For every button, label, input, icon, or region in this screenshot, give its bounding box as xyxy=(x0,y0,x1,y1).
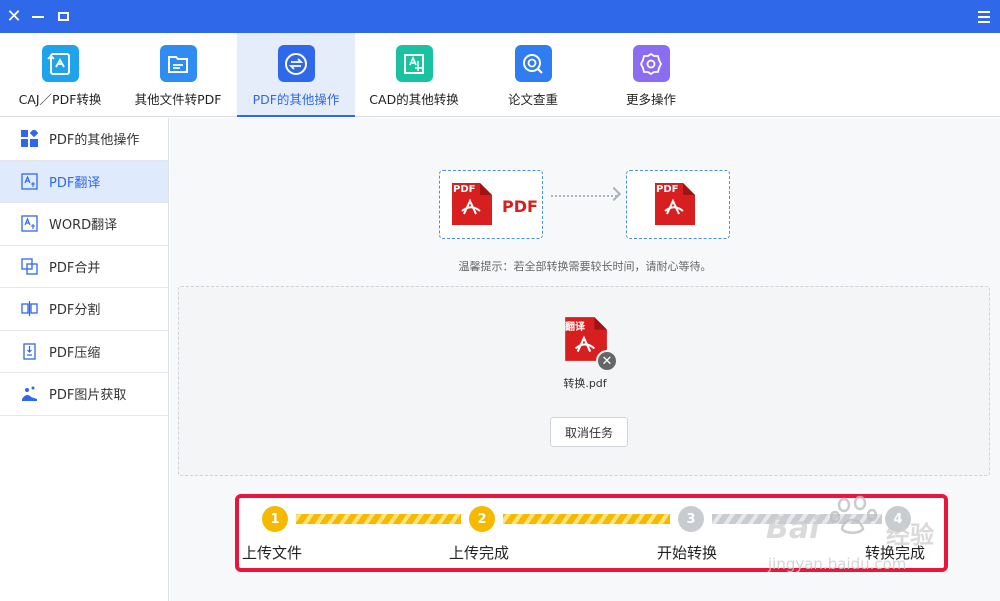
sidebar-item-pdf-merge[interactable]: PDF合并 xyxy=(0,246,168,288)
watermark: Bai 经验 jingyan.baidu.com xyxy=(760,493,960,583)
arrow-line xyxy=(551,195,617,197)
compress-icon xyxy=(20,342,38,360)
arrow-right-icon xyxy=(606,186,622,202)
step-3-label: 开始转换 xyxy=(657,544,718,562)
sidebar-item-word-translate[interactable]: WORD翻译 xyxy=(0,203,168,246)
watermark-brand: Bai xyxy=(766,511,820,546)
close-icon[interactable]: ✕ xyxy=(4,0,24,33)
swap-arrows-icon xyxy=(277,45,315,82)
image-extract-icon xyxy=(20,385,38,403)
convert-icon xyxy=(41,45,79,82)
watermark-url: jingyan.baidu.com xyxy=(768,555,907,573)
tab-cad-convert[interactable]: CAD的其他转换 xyxy=(355,33,473,117)
tab-label: CAJ／PDF转换 xyxy=(18,92,102,107)
title-bar: ✕ xyxy=(0,0,1000,33)
file-badge-text: 翻译 xyxy=(565,322,585,333)
sidebar-item-pdf-other-ops[interactable]: PDF的其他操作 xyxy=(0,118,168,161)
minimize-icon[interactable] xyxy=(30,0,46,33)
folder-icon xyxy=(159,45,197,82)
step-2-label: 上传完成 xyxy=(449,544,510,562)
pdf-label: PDF xyxy=(502,197,538,216)
merge-icon xyxy=(20,257,38,275)
paw-logo-icon xyxy=(830,495,878,534)
sidebar-item-label: PDF翻译 xyxy=(49,175,101,191)
tab-other-to-pdf[interactable]: 其他文件转PDF xyxy=(119,33,237,117)
cancel-task-button[interactable]: 取消任务 xyxy=(550,417,628,447)
step-2-circle: 2 xyxy=(469,506,495,532)
step-3-circle: 3 xyxy=(678,506,704,532)
tab-caj-pdf-convert[interactable]: CAJ／PDF转换 xyxy=(1,33,119,117)
sidebar-item-pdf-image-extract[interactable]: PDF图片获取 xyxy=(0,373,168,416)
watermark-brand-cn: 经验 xyxy=(886,521,934,549)
pdf-badge-text: PDF xyxy=(656,184,679,195)
step-1-circle: 1 xyxy=(262,506,288,532)
tip-text: 温馨提示：若全部转换需要较长时间，请耐心等待。 xyxy=(458,260,712,273)
sidebar-item-label: PDF分割 xyxy=(49,303,101,319)
cad-icon xyxy=(395,45,433,82)
tab-more-ops[interactable]: 更多操作 xyxy=(592,33,710,117)
sidebar-item-label: PDF合并 xyxy=(49,260,101,276)
progress-bar-segment xyxy=(503,514,670,524)
tab-label: PDF的其他操作 xyxy=(252,92,340,107)
grid-icon xyxy=(20,130,38,148)
tab-label: 其他文件转PDF xyxy=(134,92,222,107)
file-name: 转换.pdf xyxy=(563,377,607,390)
target-pdf-illustration: PDF xyxy=(626,170,730,239)
progress-bar-segment xyxy=(296,514,461,524)
tab-label: CAD的其他转换 xyxy=(369,92,459,107)
sidebar-item-pdf-compress[interactable]: PDF压缩 xyxy=(0,331,168,373)
sidebar-item-label: PDF图片获取 xyxy=(49,388,127,404)
tab-pdf-other-ops[interactable]: PDF的其他操作 xyxy=(237,33,355,117)
top-toolbar: CAJ／PDF转换 其他文件转PDF PDF的其他操作 CAD的其他转换 论文查… xyxy=(0,33,1000,117)
tab-label: 论文查重 xyxy=(507,92,558,107)
sidebar-item-pdf-translate[interactable]: PDF翻译 xyxy=(0,160,168,203)
search-check-icon xyxy=(514,45,552,82)
step-1-label: 上传文件 xyxy=(242,544,303,562)
remove-file-icon[interactable]: ✕ xyxy=(596,350,618,372)
translate-icon xyxy=(20,172,38,190)
split-icon xyxy=(20,300,38,318)
maximize-icon[interactable] xyxy=(55,0,71,33)
gear-icon xyxy=(632,45,670,82)
file-drop-zone[interactable]: 翻译 ✕ 转换.pdf 取消任务 xyxy=(178,286,990,476)
sidebar-item-label: WORD翻译 xyxy=(49,218,118,234)
translate-icon xyxy=(20,215,38,233)
hamburger-menu-icon[interactable] xyxy=(976,0,992,33)
sidebar-item-label: PDF压缩 xyxy=(49,345,101,361)
sidebar: PDF的其他操作 PDF翻译 WORD翻译 PDF合并 PDF分割 PDF压缩 xyxy=(0,118,169,601)
sidebar-item-label: PDF的其他操作 xyxy=(49,133,140,149)
tab-paper-check[interactable]: 论文查重 xyxy=(474,33,592,117)
tab-label: 更多操作 xyxy=(625,92,676,107)
sidebar-item-pdf-split[interactable]: PDF分割 xyxy=(0,288,168,331)
source-pdf-illustration: PDF PDF xyxy=(439,170,543,239)
pdf-badge-text: PDF xyxy=(453,184,476,195)
